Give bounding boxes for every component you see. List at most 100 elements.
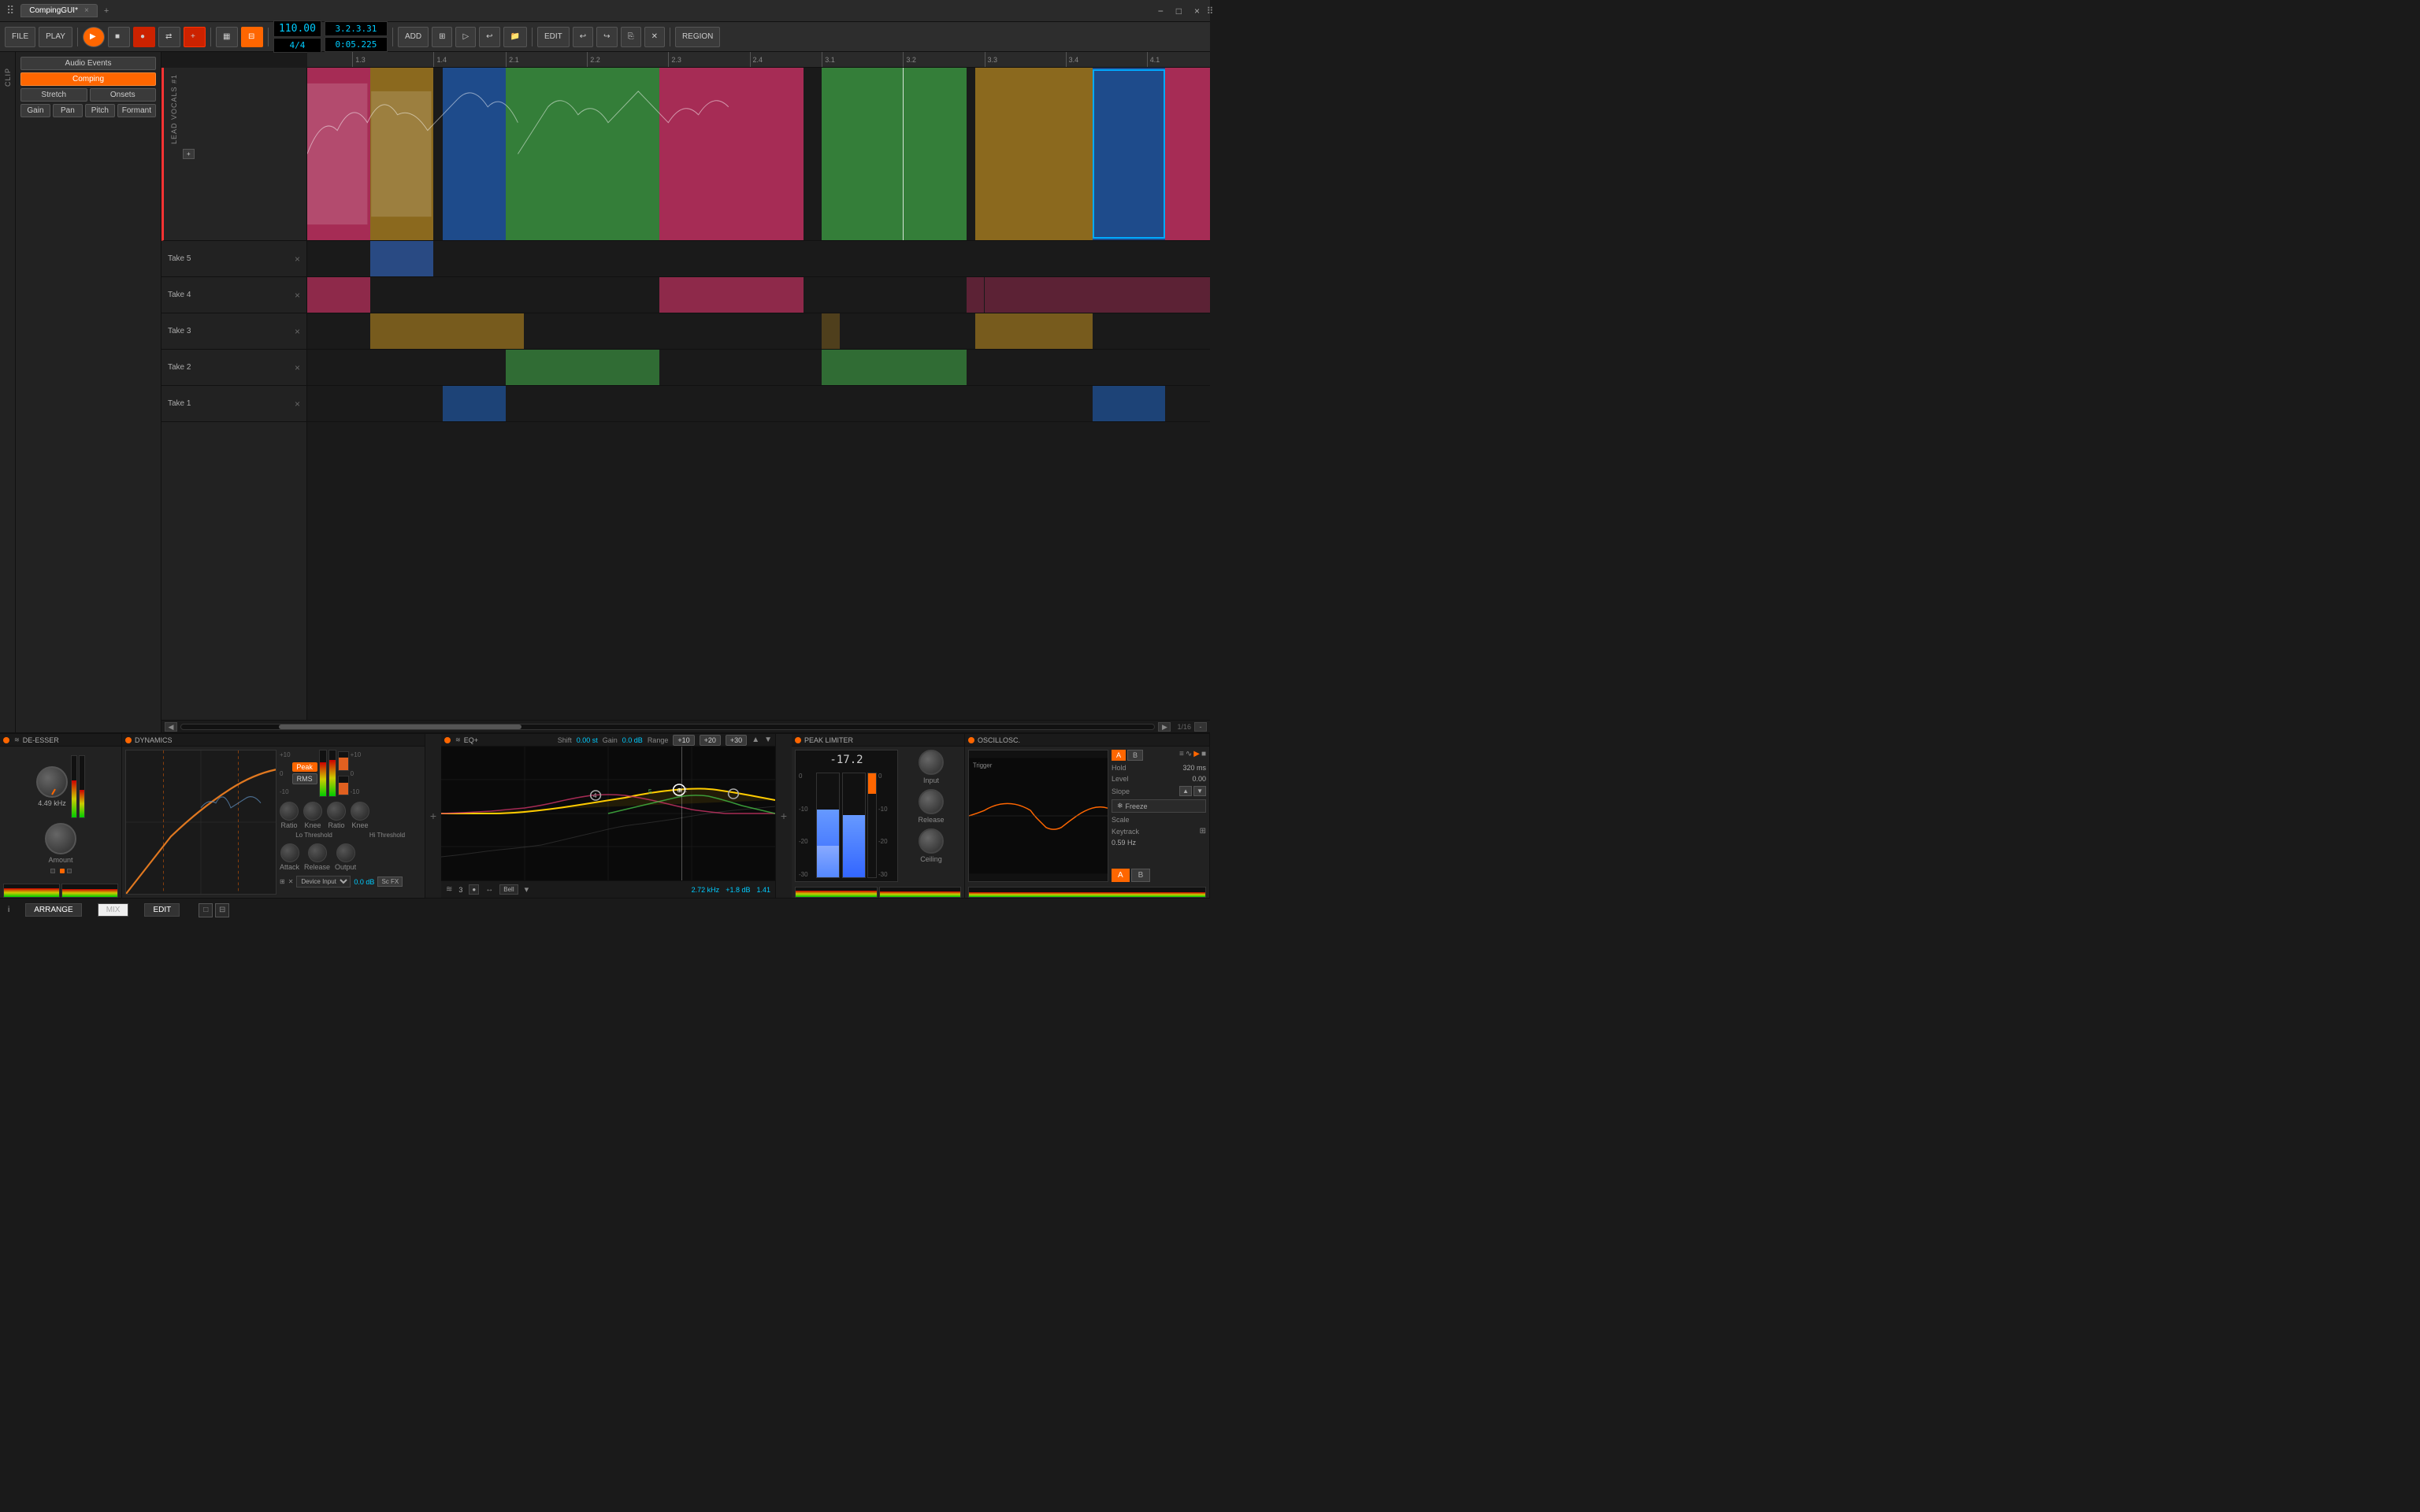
add-take-button[interactable]: + xyxy=(183,149,195,159)
file-button[interactable]: FILE xyxy=(5,27,35,47)
eq-dropdown-icon[interactable]: ▾ xyxy=(525,884,529,895)
eq-power[interactable] xyxy=(444,737,451,743)
output-knob[interactable] xyxy=(336,843,355,862)
arrange-tab[interactable]: ARRANGE xyxy=(25,903,81,917)
dyn-x-icon[interactable]: ✕ xyxy=(288,878,294,885)
ratio2-knob[interactable] xyxy=(327,802,346,821)
device-input-select[interactable]: Device Input xyxy=(296,876,351,888)
onsets-button[interactable]: Onsets xyxy=(90,88,157,102)
ratio1-knob[interactable] xyxy=(280,802,299,821)
position-display[interactable]: 3.2.3.31 xyxy=(325,21,388,36)
maximize-button[interactable]: □ xyxy=(1172,4,1186,18)
eq-display[interactable]: 4 ⊕ 2 5 xyxy=(441,747,775,880)
scroll-thumb[interactable] xyxy=(279,724,522,729)
add-button[interactable]: ADD xyxy=(398,27,429,47)
take4-close[interactable]: × xyxy=(295,290,300,301)
limiter-release-knob[interactable] xyxy=(919,789,944,814)
de-esser-power[interactable] xyxy=(3,737,9,743)
minimize-button[interactable]: − xyxy=(1154,4,1167,18)
audio-events-button[interactable]: Audio Events xyxy=(20,57,156,70)
bars-button[interactable]: ⊞ xyxy=(432,27,452,47)
peak-limiter-power[interactable] xyxy=(795,737,801,743)
osc-power[interactable] xyxy=(968,737,974,743)
take1-content[interactable] xyxy=(307,386,1210,422)
add-tab-icon[interactable]: + xyxy=(104,6,109,16)
osc-stop-icon[interactable]: ■ xyxy=(1201,750,1206,761)
loop-button[interactable]: ⇄ xyxy=(158,27,180,47)
time-sig-display[interactable]: 4/4 xyxy=(273,38,321,53)
de-esser-freq-knob[interactable] xyxy=(36,766,68,798)
osc-tab-b[interactable]: B xyxy=(1127,750,1143,761)
copy-button[interactable]: ⎘ xyxy=(621,27,641,47)
release-knob[interactable] xyxy=(308,843,327,862)
add-icon-button[interactable]: + xyxy=(184,27,206,47)
eq-up-icon[interactable]: ▲ xyxy=(752,736,759,744)
comping-button[interactable]: Comping xyxy=(20,72,156,86)
gain-button[interactable]: Gain xyxy=(20,104,50,117)
take5-close[interactable]: × xyxy=(295,254,300,265)
main-tab[interactable]: CompingGUI* × xyxy=(20,4,98,17)
range-10-btn[interactable]: +10 xyxy=(673,735,694,746)
osc-slope-up[interactable]: ▲ xyxy=(1179,786,1192,796)
formant-button[interactable]: Formant xyxy=(117,104,156,117)
knee2-knob[interactable] xyxy=(351,802,369,821)
add-plugin-button-2[interactable]: + xyxy=(776,734,792,898)
knee1-knob[interactable] xyxy=(303,802,322,821)
status-icon-1[interactable]: □ xyxy=(199,903,213,917)
add-plugin-button-1[interactable]: + xyxy=(425,734,441,898)
zoom-out-button[interactable]: - xyxy=(1194,722,1207,732)
rms-button[interactable]: RMS xyxy=(292,773,317,784)
take2-content[interactable] xyxy=(307,350,1210,386)
tempo-display[interactable]: 110.00 xyxy=(273,20,321,37)
stop-button[interactable]: ■ xyxy=(108,27,130,47)
range-20-btn[interactable]: +20 xyxy=(700,735,721,746)
attack-knob[interactable] xyxy=(280,843,299,862)
range-30-btn[interactable]: +30 xyxy=(726,735,747,746)
scroll-right-button[interactable]: ▶ xyxy=(1158,722,1171,732)
scroll-left-button[interactable]: ◀ xyxy=(165,722,177,732)
delete-button[interactable]: ✕ xyxy=(644,27,665,47)
take3-close[interactable]: × xyxy=(295,326,300,337)
mix-tab[interactable]: MIX xyxy=(98,903,129,917)
main-track-content[interactable] xyxy=(307,68,1210,241)
region-button[interactable]: REGION xyxy=(675,27,720,47)
osc-play-icon[interactable]: ▶ xyxy=(1193,750,1200,761)
redo-button[interactable]: ↪ xyxy=(596,27,617,47)
take2-close[interactable]: × xyxy=(295,362,300,373)
folder-button[interactable]: 📁 xyxy=(503,27,527,47)
osc-tab-a[interactable]: A xyxy=(1112,750,1126,761)
take3-content[interactable] xyxy=(307,313,1210,350)
stretch-button[interactable]: Stretch xyxy=(20,88,87,102)
osc-slope-down[interactable]: ▼ xyxy=(1193,786,1206,796)
take1-close[interactable]: × xyxy=(295,398,300,410)
time-display[interactable]: 0:05.225 xyxy=(325,37,388,52)
sc-fx-button[interactable]: Sc FX xyxy=(377,876,403,887)
mode-button[interactable]: ⊟ xyxy=(241,27,263,47)
peak-button[interactable]: Peak xyxy=(292,762,317,772)
eq-bell-button[interactable]: Bell xyxy=(499,884,518,895)
rewind-button[interactable]: ↩ xyxy=(479,27,499,47)
status-icon-2[interactable]: ⊟ xyxy=(215,903,229,917)
limiter-ceiling-knob[interactable] xyxy=(919,828,944,854)
dynamics-power[interactable] xyxy=(125,737,132,743)
osc-freeze-button[interactable]: ❄ Freeze xyxy=(1112,799,1206,813)
pan-button[interactable]: Pan xyxy=(53,104,83,117)
record-button[interactable]: ● xyxy=(133,27,155,47)
play-label-button[interactable]: PLAY xyxy=(39,27,72,47)
eq-down-icon[interactable]: ▼ xyxy=(764,736,772,744)
take4-content[interactable] xyxy=(307,277,1210,313)
take5-content[interactable] xyxy=(307,241,1210,277)
pitch-button[interactable]: Pitch xyxy=(85,104,115,117)
scroll-track[interactable] xyxy=(180,724,1155,730)
edit-button[interactable]: EDIT xyxy=(537,27,570,47)
eq-mute-button[interactable]: ● xyxy=(469,884,479,895)
limiter-input-knob[interactable] xyxy=(919,750,944,775)
edit-tab[interactable]: EDIT xyxy=(144,903,180,917)
grid-button[interactable]: ▦ xyxy=(216,27,238,47)
undo-button[interactable]: ↩ xyxy=(573,27,593,47)
de-esser-amount-knob[interactable] xyxy=(45,823,76,854)
close-button[interactable]: × xyxy=(1190,4,1204,18)
tab-close-icon[interactable]: × xyxy=(84,6,89,15)
play2-button[interactable]: ▷ xyxy=(455,27,476,47)
play-button[interactable]: ▶ xyxy=(83,27,105,47)
